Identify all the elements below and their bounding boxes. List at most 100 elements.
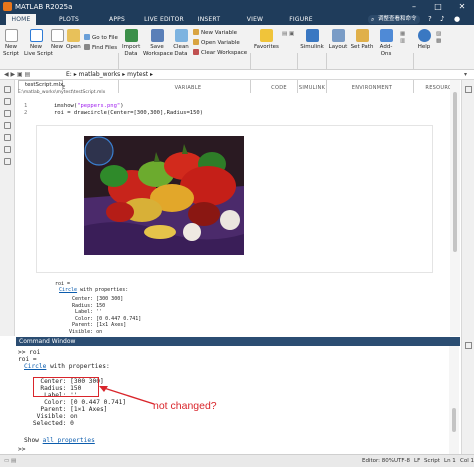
new-label: New: [51, 44, 63, 50]
save-workspace-icon: [150, 29, 164, 42]
new-live-script-button[interactable]: New Live Script: [24, 29, 53, 57]
maximize-button[interactable]: □: [426, 0, 450, 14]
open-button[interactable]: Open: [66, 29, 81, 51]
line-ending[interactable]: LF: [414, 455, 420, 467]
clean-data-button[interactable]: Clean Data: [172, 29, 190, 57]
tab-insert[interactable]: INSERT: [194, 14, 224, 25]
figures-panel-icon[interactable]: [4, 146, 11, 153]
favorites-button[interactable]: Favorites: [254, 29, 279, 51]
scrollbar-thumb[interactable]: [452, 408, 456, 432]
output-properties: Center: [300 300] Radius: 150 Label: '' …: [69, 296, 142, 335]
scrollbar-thumb[interactable]: [453, 92, 457, 252]
code-line-1[interactable]: imshow("peppers.png"): [54, 103, 124, 109]
addons-button[interactable]: Add-Ons: [375, 29, 397, 57]
figure-output[interactable]: roi = Circle with properties: Center: [3…: [36, 125, 433, 335]
help-icon[interactable]: ?: [428, 15, 432, 23]
favorites-label: Favorites: [254, 44, 279, 50]
set-path-button[interactable]: Set Path: [350, 29, 374, 51]
layout-label: Layout: [328, 44, 348, 50]
panel-toggle-icon[interactable]: [465, 342, 472, 349]
new-variable-button[interactable]: New Variable: [193, 29, 237, 37]
chevron-down-icon[interactable]: ▾: [464, 70, 467, 80]
help-button[interactable]: Help: [416, 29, 432, 51]
output-circle-line: Circle with properties:: [59, 287, 128, 293]
new-live-script-label: New Live Script: [24, 44, 53, 57]
command-window[interactable]: >> roi roi = Circle with properties: Cen…: [16, 346, 460, 454]
live-editor[interactable]: 1 2 imshow("peppers.png") roi = drawcirc…: [16, 96, 445, 336]
line-indicator: Ln 1: [444, 458, 456, 464]
clear-workspace-icon: [193, 49, 199, 55]
circle-class-link[interactable]: Circle: [24, 363, 46, 370]
editor-tab-testscript[interactable]: testScript.mlx: [18, 80, 63, 90]
code-issues-icon[interactable]: [4, 158, 11, 165]
addons-label: Add-Ons: [379, 44, 393, 57]
tab-live-editor[interactable]: LIVE EDITOR: [142, 14, 186, 25]
tab-apps[interactable]: APPS: [100, 14, 134, 25]
command-window-header[interactable]: Command Window: [16, 337, 460, 346]
import-data-button[interactable]: Import Data: [122, 29, 140, 57]
code-token: imshow(: [54, 103, 78, 109]
tab-home[interactable]: HOME: [6, 14, 36, 25]
minimize-button[interactable]: –: [402, 0, 426, 14]
tab-figure[interactable]: FIGURE: [284, 14, 318, 25]
debug-panel-icon[interactable]: [4, 134, 11, 141]
search-icon: ⌕: [371, 16, 375, 23]
ribbon-toolstrip: New Script New Live Script New Open Go t…: [0, 25, 474, 93]
close-button[interactable]: ✕: [450, 0, 474, 14]
line-number: 2: [24, 110, 28, 116]
open-variable-button[interactable]: Open Variable: [193, 39, 240, 47]
search-input[interactable]: 调整查看和命令: [368, 15, 420, 24]
find-files-button[interactable]: Find Files: [84, 44, 117, 52]
peppers-image: [84, 136, 244, 255]
source-control-icon[interactable]: [4, 122, 11, 129]
save-workspace-button[interactable]: Save Workspace: [143, 29, 174, 57]
go-to-file-button[interactable]: Go to File: [84, 34, 118, 42]
code-token: ): [120, 103, 124, 109]
environment-tools-icons: ▦ ▥: [400, 31, 406, 44]
file-encoding[interactable]: UTF-8: [394, 455, 410, 467]
tab-plots[interactable]: PLOTS: [52, 14, 86, 25]
command-scrollbar[interactable]: [449, 346, 459, 454]
help-label: Help: [417, 44, 431, 50]
editor-zoom[interactable]: Editor: 80%: [362, 455, 394, 467]
current-folder-path[interactable]: E: ▸ matlab_works ▸ mytest ▸: [66, 70, 153, 80]
group-simulink-label: SIMULINK: [298, 85, 326, 91]
code-tools-icons: ▤ ▣: [282, 31, 295, 37]
title-bar: MATLAB R2025a – □ ✕: [0, 0, 474, 14]
new-icon: [50, 29, 64, 42]
bell-icon[interactable]: ♪: [440, 15, 444, 23]
addons-icon: [379, 29, 393, 42]
group-variable-label: VARIABLE: [174, 85, 202, 91]
code-line-2[interactable]: roi = drawcircle(Center=[300,300],Radius…: [54, 110, 203, 116]
open-variable-icon: [193, 39, 199, 45]
window-title: MATLAB R2025a: [15, 3, 73, 11]
command-output: Circle with properties:: [24, 363, 110, 370]
user-icon[interactable]: ●: [454, 15, 460, 23]
file-mode[interactable]: Script: [424, 455, 440, 467]
command-input-prompt[interactable]: >>: [18, 446, 29, 453]
new-button[interactable]: New: [50, 29, 64, 51]
editor-scrollbar[interactable]: [450, 80, 460, 336]
clean-data-label: Clean Data: [173, 44, 189, 57]
clear-workspace-button[interactable]: Clear Workspace: [193, 49, 247, 57]
layout-button[interactable]: Layout: [328, 29, 348, 51]
save-workspace-label: Save Workspace: [143, 44, 174, 57]
clear-workspace-label: Clear Workspace: [201, 50, 248, 56]
new-script-button[interactable]: New Script: [2, 29, 20, 57]
line-number: 1: [24, 103, 28, 109]
all-properties-link[interactable]: all properties: [43, 437, 95, 444]
workspace-panel-icon[interactable]: [4, 98, 11, 105]
matlab-logo-icon: [3, 2, 12, 11]
history-panel-icon[interactable]: [4, 110, 11, 117]
tab-view[interactable]: VIEW: [240, 14, 270, 25]
simulink-button[interactable]: Simulink: [300, 29, 324, 51]
layout-icon: [331, 29, 345, 42]
resources-tools-icons: ▨ ▩: [436, 31, 442, 44]
matlab-window: MATLAB R2025a – □ ✕ HOME PLOTS APPS LIVE…: [0, 0, 474, 467]
address-bar: ◀ ▶ ▣ ▤ E: ▸ matlab_works ▸ mytest ▸ ▾: [0, 70, 474, 80]
nav-arrows-icon[interactable]: ◀ ▶ ▣ ▤: [4, 70, 30, 80]
simulink-icon: [305, 29, 319, 42]
panel-toggle-icon[interactable]: [465, 86, 472, 93]
files-panel-icon[interactable]: [4, 86, 11, 93]
circle-class-link[interactable]: Circle: [59, 287, 77, 293]
